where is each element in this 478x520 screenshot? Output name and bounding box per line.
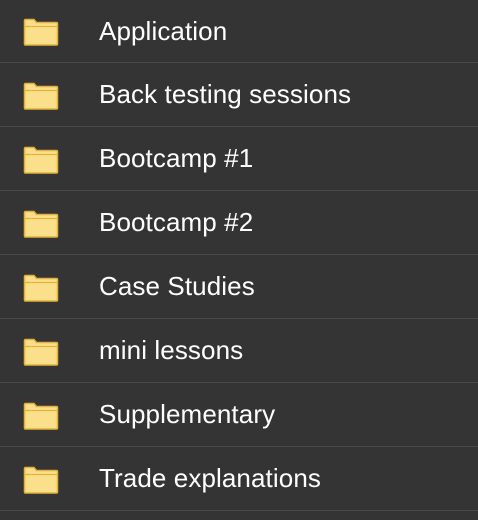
folder-row-application[interactable]: Application: [0, 0, 478, 63]
folder-icon: [23, 210, 59, 238]
folder-name: Bootcamp #2: [99, 207, 254, 237]
folder-name: Bootcamp #1: [99, 143, 254, 173]
folder-name: Supplementary: [99, 399, 276, 429]
folder-icon: [23, 402, 59, 430]
folder-icon: [23, 82, 59, 110]
folder-row-bootcamp-2[interactable]: Bootcamp #2: [0, 191, 478, 255]
folder-name: mini lessons: [99, 335, 244, 365]
folder-row-bootcamp-1[interactable]: Bootcamp #1: [0, 127, 478, 191]
folder-name: Trade explanations: [99, 463, 321, 493]
folder-row-trade-explanations[interactable]: Trade explanations: [0, 447, 478, 511]
folder-row-case-studies[interactable]: Case Studies: [0, 255, 478, 319]
folder-icon: [23, 466, 59, 494]
folder-icon: [23, 146, 59, 174]
list-bottom-edge: [0, 511, 478, 517]
folder-row-supplementary[interactable]: Supplementary: [0, 383, 478, 447]
folder-row-mini-lessons[interactable]: mini lessons: [0, 319, 478, 383]
folder-name: Case Studies: [99, 271, 255, 301]
folder-row-back-testing-sessions[interactable]: Back testing sessions: [0, 63, 478, 127]
folder-name: Application: [99, 15, 228, 46]
folder-list: Application Back testing sessions Bootca…: [0, 0, 478, 520]
folder-icon: [23, 18, 59, 46]
folder-icon: [23, 338, 59, 366]
folder-name: Back testing sessions: [99, 79, 352, 109]
folder-icon: [23, 274, 59, 302]
